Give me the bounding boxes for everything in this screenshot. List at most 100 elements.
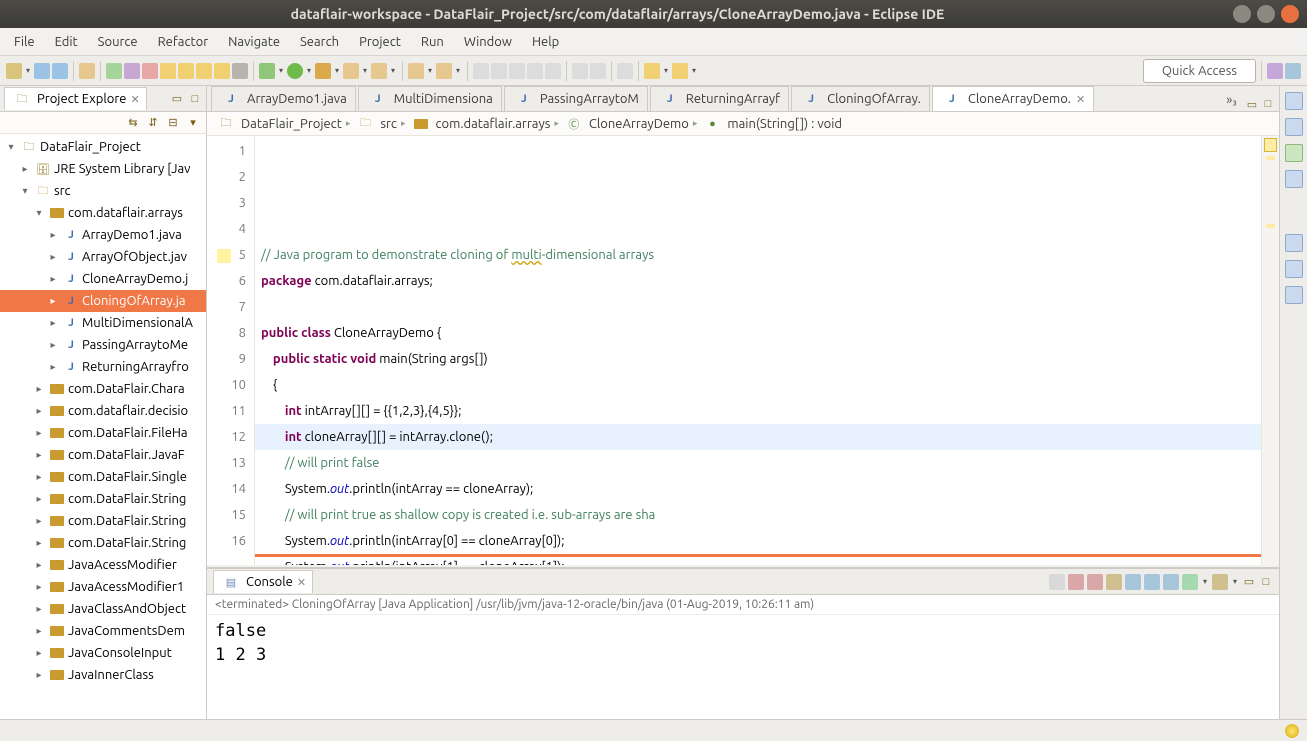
quick-access-input[interactable]: Quick Access	[1143, 59, 1256, 83]
scroll-lock-button[interactable]	[1125, 574, 1141, 590]
open-console-button[interactable]	[1212, 574, 1228, 590]
console-maximize-icon[interactable]: □	[1259, 575, 1273, 589]
coverage-view-icon[interactable]	[1285, 144, 1303, 162]
coverage-icon[interactable]	[315, 63, 331, 79]
tree-project[interactable]: ▾🗀DataFlair_Project	[0, 136, 206, 158]
next-edit-icon[interactable]	[590, 63, 606, 79]
menu-file[interactable]: File	[6, 31, 43, 53]
remove-all-button[interactable]	[1087, 574, 1103, 590]
task-list-icon[interactable]	[1285, 118, 1303, 136]
save-icon[interactable]	[34, 63, 50, 79]
disconnect-icon[interactable]	[160, 63, 176, 79]
tree-package[interactable]: ▸JavaClassAndObject	[0, 598, 206, 620]
tree-file[interactable]: ▸JMultiDimensionalA	[0, 312, 206, 334]
forward-dropdown[interactable]: ▾	[690, 63, 698, 79]
word-wrap-button[interactable]	[1144, 574, 1160, 590]
terminate-button[interactable]	[1049, 574, 1065, 590]
new-package-dropdown[interactable]: ▾	[389, 63, 397, 79]
menu-edit[interactable]: Edit	[47, 31, 86, 53]
open-task-icon[interactable]	[408, 63, 424, 79]
tree-jre[interactable]: ▸🗄JRE System Library [Jav	[0, 158, 206, 180]
console-output[interactable]: false 1 2 3	[207, 615, 1279, 719]
minimap-icon[interactable]	[1285, 234, 1303, 252]
code-editor[interactable]: 12345678910111213141516 // Java program …	[207, 136, 1279, 565]
step-return-icon[interactable]	[214, 63, 230, 79]
line-gutter[interactable]: 12345678910111213141516	[207, 136, 255, 565]
tree-file[interactable]: ▸JPassingArraytoMe	[0, 334, 206, 356]
editor-tab[interactable]: JCloneArrayDemo.✕	[932, 86, 1094, 111]
resume-icon[interactable]	[106, 63, 122, 79]
toggle-whitespace-icon[interactable]	[527, 63, 543, 79]
bookmarks-icon[interactable]	[1285, 260, 1303, 278]
display-selected-button[interactable]	[1182, 574, 1198, 590]
menu-search[interactable]: Search	[292, 31, 347, 53]
debug-icon[interactable]	[259, 63, 275, 79]
tabs-overflow-button[interactable]: »₃	[1220, 89, 1243, 111]
templates-icon[interactable]	[1285, 286, 1303, 304]
new-dropdown[interactable]: ▾	[24, 63, 32, 79]
step-over-icon[interactable]	[196, 63, 212, 79]
overview-marker[interactable]	[1266, 156, 1275, 160]
prev-edit-icon[interactable]	[572, 63, 588, 79]
tree-package[interactable]: ▸com.DataFlair.String	[0, 488, 206, 510]
menu-help[interactable]: Help	[524, 31, 567, 53]
console-minimize-icon[interactable]: ▭	[1242, 575, 1256, 589]
run-icon[interactable]	[287, 63, 303, 79]
perspective-debug-icon[interactable]	[1285, 63, 1301, 79]
project-explorer-tab[interactable]: 🗀 Project Explore ✕	[4, 87, 147, 110]
project-tree[interactable]: ▾🗀DataFlair_Project ▸🗄JRE System Library…	[0, 134, 206, 719]
back-icon[interactable]	[644, 63, 660, 79]
terminate-icon[interactable]	[142, 63, 158, 79]
editor-minimize-icon[interactable]: ▭	[1245, 97, 1259, 111]
step-into-icon[interactable]	[178, 63, 194, 79]
link-editor-icon[interactable]	[545, 63, 561, 79]
type-hierarchy-icon[interactable]	[1285, 170, 1303, 188]
clear-console-button[interactable]	[1106, 574, 1122, 590]
console-close-icon[interactable]: ✕	[297, 576, 306, 589]
tree-file[interactable]: ▸JArrayDemo1.java	[0, 224, 206, 246]
debug-dropdown[interactable]: ▾	[277, 63, 285, 79]
code-area[interactable]: // Java program to demonstrate cloning o…	[255, 136, 1261, 565]
coverage-dropdown[interactable]: ▾	[333, 63, 341, 79]
tree-src[interactable]: ▾🗀src	[0, 180, 206, 202]
tip-bulb-icon[interactable]	[1285, 724, 1299, 738]
drop-frame-icon[interactable]	[232, 63, 248, 79]
tree-file[interactable]: ▸JArrayOfObject.jav	[0, 246, 206, 268]
editor-tab[interactable]: JMultiDimensiona	[358, 86, 502, 111]
editor-tab[interactable]: JPassingArraytoM	[504, 86, 648, 111]
suspend-icon[interactable]	[124, 63, 140, 79]
tree-package[interactable]: ▸com.DataFlair.FileHa	[0, 422, 206, 444]
new-icon[interactable]	[6, 63, 22, 79]
toggle-mark-icon[interactable]	[491, 63, 507, 79]
explorer-close-icon[interactable]: ✕	[130, 93, 139, 106]
open-type-icon[interactable]	[79, 63, 95, 79]
tree-file[interactable]: ▸JCloneArrayDemo.j	[0, 268, 206, 290]
pin-console-button[interactable]	[1163, 574, 1179, 590]
tree-package[interactable]: ▸com.DataFlair.JavaF	[0, 444, 206, 466]
menu-run[interactable]: Run	[413, 31, 452, 53]
tree-package[interactable]: ▸JavaAcessModifier1	[0, 576, 206, 598]
search-icon[interactable]	[436, 63, 452, 79]
save-all-icon[interactable]	[52, 63, 68, 79]
tree-package[interactable]: ▸com.DataFlair.Chara	[0, 378, 206, 400]
explorer-minimize-icon[interactable]: ▭	[170, 92, 184, 106]
editor-tab[interactable]: JReturningArrayf	[650, 86, 789, 111]
editor-tab[interactable]: JArrayDemo1.java	[211, 86, 356, 111]
tree-package[interactable]: ▸com.DataFlair.String	[0, 532, 206, 554]
back-dropdown[interactable]: ▾	[662, 63, 670, 79]
editor-tab[interactable]: JCloningOfArray.	[791, 86, 930, 111]
tree-package[interactable]: ▸com.DataFlair.String	[0, 510, 206, 532]
tree-file[interactable]: ▸JReturningArrayfro	[0, 356, 206, 378]
tree-package[interactable]: ▸com.dataflair.decisio	[0, 400, 206, 422]
tree-package[interactable]: ▸JavaCommentsDem	[0, 620, 206, 642]
tree-package[interactable]: ▸com.DataFlair.Single	[0, 466, 206, 488]
tree-package[interactable]: ▸JavaConsoleInput	[0, 642, 206, 664]
collapse-all-icon[interactable]: ⇆	[126, 116, 140, 130]
minimize-button[interactable]	[1233, 5, 1251, 23]
new-java-package-icon[interactable]	[371, 63, 387, 79]
explorer-maximize-icon[interactable]: □	[188, 92, 202, 106]
new-class-dropdown[interactable]: ▾	[361, 63, 369, 79]
menu-source[interactable]: Source	[90, 31, 146, 53]
toggle-breadcrumb-icon[interactable]	[473, 63, 489, 79]
menu-navigate[interactable]: Navigate	[220, 31, 288, 53]
